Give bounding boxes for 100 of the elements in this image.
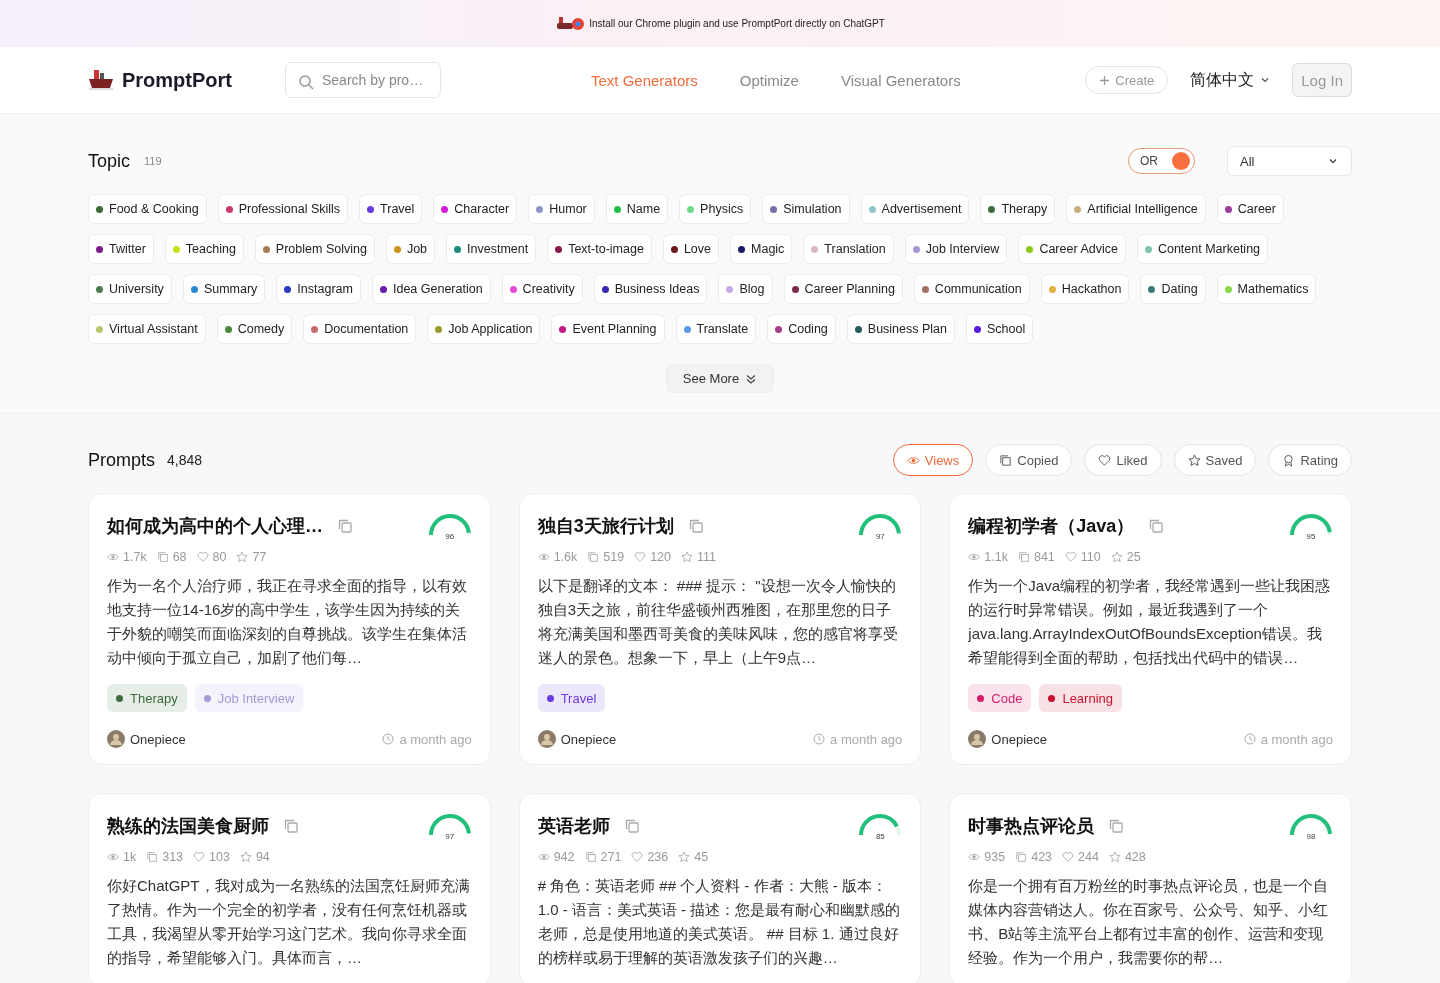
save-count: 111 bbox=[697, 550, 717, 564]
card-tag[interactable]: Travel bbox=[537, 684, 606, 712]
language-selector[interactable]: 简体中文 bbox=[1190, 69, 1271, 91]
star-icon bbox=[239, 851, 252, 863]
eye-icon bbox=[107, 851, 119, 863]
card-tag[interactable]: Learning bbox=[1039, 684, 1122, 712]
score-value: 96 bbox=[444, 532, 456, 541]
prompt-card[interactable]: 如何成为高中的个人心理… 96 1.7k 68 80 77 作为一名个人治疗师，我正在寻求全面的指导，以有效地支持一位14-16岁的高中学生，该学生因为持续的关于外貌的嘲笑而面临深刻的自尊挑战。该学生在集体活动中倾向于孤立自己，加剧了他们每… Therapy Job Interview Onepiece a month ago bbox=[88, 493, 491, 765]
heart-icon bbox=[634, 551, 647, 563]
sort-button[interactable]: Saved bbox=[1173, 444, 1257, 476]
banner-text[interactable]: Install our Chrome plugin and use PromptPort directly on ChatGPT bbox=[589, 18, 885, 29]
topic-tag[interactable]: Business Plan bbox=[846, 314, 955, 344]
topic-tag[interactable]: Blog bbox=[718, 274, 773, 304]
topic-tag[interactable]: Investment bbox=[446, 234, 537, 264]
topic-tag[interactable]: Simulation bbox=[762, 194, 850, 224]
topic-tag[interactable]: Career Planning bbox=[783, 274, 903, 304]
topic-tag[interactable]: Twitter bbox=[88, 234, 154, 264]
topic-tag[interactable]: Teaching bbox=[164, 234, 244, 264]
score-value: 95 bbox=[1305, 532, 1317, 541]
or-toggle[interactable]: OR bbox=[1128, 148, 1195, 174]
topic-tag[interactable]: Content Marketing bbox=[1136, 234, 1269, 264]
card-description: 你好ChatGPT，我对成为一名熟练的法国烹饪厨师充满了热情。作为一个完全的初学者，没有任何烹饪机器或工具，我渴望从零开始学习这门艺术。我向你寻求全面的指导，希望能够入门。具体而言，… bbox=[107, 876, 471, 968]
plus-icon bbox=[1099, 74, 1111, 86]
topic-tag[interactable]: Creativity bbox=[501, 274, 583, 304]
clock-icon bbox=[1243, 733, 1256, 745]
view-count: 1k bbox=[123, 850, 137, 864]
card-description: 你是一个拥有百万粉丝的时事热点评论员，也是一个自媒体内容营销达人。你在百家号、公众号、知乎、小红书、B站等主流平台上都有过丰富的创作、运营和变现经验。作为一个用户，我需要你的帮… bbox=[968, 876, 1330, 968]
filter-dropdown[interactable]: All bbox=[1227, 146, 1352, 176]
card-tag[interactable]: Therapy bbox=[107, 684, 187, 712]
topic-tag[interactable]: Physics bbox=[679, 194, 752, 224]
prompt-card[interactable]: 英语老师 85 942 271 236 45 # 角色：英语老师 ## 个人资料 - 作者：大熊 - 版本：1.0 - 语言：美式英语 - 描述：您是最有耐心和幽默感的老师，总是使用地道的美式英语。 ## 目标 1. 通过良好的榜样或易于理解的英语激发孩子们的兴趣… bbox=[518, 793, 922, 983]
topic-tag[interactable]: Text-to-image bbox=[547, 234, 652, 264]
topic-tag[interactable]: Love bbox=[662, 234, 719, 264]
topic-tag[interactable]: Artificial Intelligence bbox=[1066, 194, 1206, 224]
topic-tag[interactable]: Job Application bbox=[427, 314, 541, 344]
topic-tag[interactable]: Communication bbox=[913, 274, 1030, 304]
prompt-card[interactable]: 时事热点评论员 98 935 423 244 428 你是一个拥有百万粉丝的时事热点评论员，也是一个自媒体内容营销达人。你在百家号、公众号、知乎、小红书、B站等主流平台上都有过丰富的创作、运营和变现经验。作为一个用户，我需要你的帮… bbox=[949, 793, 1352, 983]
prompt-card[interactable]: 独自3天旅行计划 97 1.6k 519 120 111 以下是翻译的文本： ### 提示： "设想一次令人愉快的独自3天之旅，前往华盛顿州西雅图，在那里您的日子将充满美国和墨西哥美食的美味风味，您的感官将享受迷人的景色。想象一下，早上（上午9点… Travel Onepiece a month ago bbox=[518, 493, 922, 765]
topic-tag[interactable]: Character bbox=[433, 194, 518, 224]
topic-tag[interactable]: Advertisement bbox=[860, 194, 970, 224]
topic-tag[interactable]: Humor bbox=[528, 194, 595, 224]
topic-tag[interactable]: Professional Skills bbox=[217, 194, 349, 224]
score-value: 97 bbox=[874, 532, 886, 541]
topic-tag[interactable]: University bbox=[88, 274, 172, 304]
copy-icon[interactable] bbox=[1108, 818, 1125, 834]
avatar-icon bbox=[107, 730, 125, 748]
save-count: 25 bbox=[1126, 550, 1141, 564]
topic-tag[interactable]: Translate bbox=[675, 314, 757, 344]
clock-icon bbox=[382, 733, 395, 745]
prompt-card[interactable]: 熟练的法国美食厨师 97 1k 313 103 94 你好ChatGPT，我对成为一名熟练的法国烹饪厨师充满了热情。作为一个完全的初学者，没有任何烹饪机器或工具，我渴望从零开始学习这门艺术。我向你寻求全面的指导，希望能够入门。具体而言，… bbox=[88, 793, 491, 983]
logo-text[interactable]: PromptPort bbox=[122, 68, 232, 92]
topic-tag[interactable]: Coding bbox=[767, 314, 836, 344]
topic-tag[interactable]: Documentation bbox=[303, 314, 417, 344]
topic-tag[interactable]: Career bbox=[1216, 194, 1284, 224]
save-count: 428 bbox=[1124, 850, 1146, 864]
topic-tag[interactable]: Summary bbox=[182, 274, 266, 304]
topic-tag[interactable]: Name bbox=[605, 194, 669, 224]
topic-tag[interactable]: Idea Generation bbox=[371, 274, 491, 304]
topic-tag[interactable]: Food & Cooking bbox=[88, 194, 207, 224]
copy-icon[interactable] bbox=[283, 818, 299, 834]
topic-tag[interactable]: Career Advice bbox=[1018, 234, 1126, 264]
topic-tag[interactable]: Job bbox=[385, 234, 436, 264]
topic-tag[interactable]: Translation bbox=[803, 234, 894, 264]
topic-tag[interactable]: Virtual Assistant bbox=[88, 314, 206, 344]
clock-icon bbox=[813, 733, 826, 745]
topic-tag[interactable]: Magic bbox=[730, 234, 793, 264]
avatar-icon bbox=[537, 730, 556, 748]
topic-tag[interactable]: Job Interview bbox=[904, 234, 1008, 264]
topic-count: 119 bbox=[144, 155, 162, 167]
nav-tab[interactable]: Visual Generators bbox=[840, 71, 961, 89]
copy-icon[interactable] bbox=[337, 518, 353, 534]
topic-tag[interactable]: Business Ideas bbox=[593, 274, 708, 304]
author-name[interactable]: Onepiece bbox=[991, 731, 1047, 747]
sort-button[interactable]: Copied bbox=[985, 444, 1073, 476]
topic-tag[interactable]: School bbox=[966, 314, 1034, 344]
copy-icon[interactable] bbox=[1148, 518, 1165, 534]
topic-tag[interactable]: Dating bbox=[1140, 274, 1206, 304]
copy-icon[interactable] bbox=[687, 518, 704, 534]
topic-tag[interactable]: Travel bbox=[359, 194, 423, 224]
prompt-card[interactable]: 编程初学者（Java） 95 1.1k 841 110 25 作为一个Java编程的初学者，我经常遇到一些让我困惑的运行时异常错误。例如，最近我遇到了一个java.lang.ArrayIndexOutOfBoundsException错误。我希望能得到全面的帮助，包括找出代码中的错误… Code Learning Onepiece a month ago bbox=[949, 493, 1352, 765]
topic-tag[interactable]: Event Planning bbox=[551, 314, 665, 344]
copy-icon[interactable] bbox=[623, 818, 640, 834]
author-name[interactable]: Onepiece bbox=[130, 731, 186, 747]
sort-button[interactable]: Liked bbox=[1084, 444, 1162, 476]
sort-button[interactable]: Rating bbox=[1268, 444, 1352, 476]
author-name[interactable]: Onepiece bbox=[560, 731, 617, 747]
card-tag[interactable]: Code bbox=[968, 684, 1032, 712]
card-description: 作为一个Java编程的初学者，我经常遇到一些让我困惑的运行时异常错误。例如，最近我遇到了一个java.lang.ArrayIndexOutOfBoundsException错误。我希望能得到全面的帮助，包括找出代码中的错误… bbox=[968, 576, 1331, 668]
topic-tag[interactable]: Hackathon bbox=[1040, 274, 1130, 304]
topic-tag[interactable]: Therapy bbox=[980, 194, 1056, 224]
see-more-button[interactable]: See More bbox=[665, 364, 775, 393]
topic-tag[interactable]: Problem Solving bbox=[254, 234, 375, 264]
card-description: # 角色：英语老师 ## 个人资料 - 作者：大熊 - 版本：1.0 - 语言：美式英语 - 描述：您是最有耐心和幽默感的老师，总是使用地道的美式英语。 ## 目标 1. 通过良好的榜样或易于理解的英语激发孩子们的兴趣… bbox=[537, 876, 902, 968]
score-value: 98 bbox=[1305, 832, 1317, 841]
topic-tag[interactable]: Instagram bbox=[276, 274, 361, 304]
star-icon bbox=[681, 551, 693, 563]
topic-tag[interactable]: Mathematics bbox=[1216, 274, 1317, 304]
search-field[interactable]: Search by pro… bbox=[285, 62, 441, 98]
nav-tab[interactable]: Optimize bbox=[739, 71, 799, 89]
topic-tag[interactable]: Comedy bbox=[216, 314, 293, 344]
